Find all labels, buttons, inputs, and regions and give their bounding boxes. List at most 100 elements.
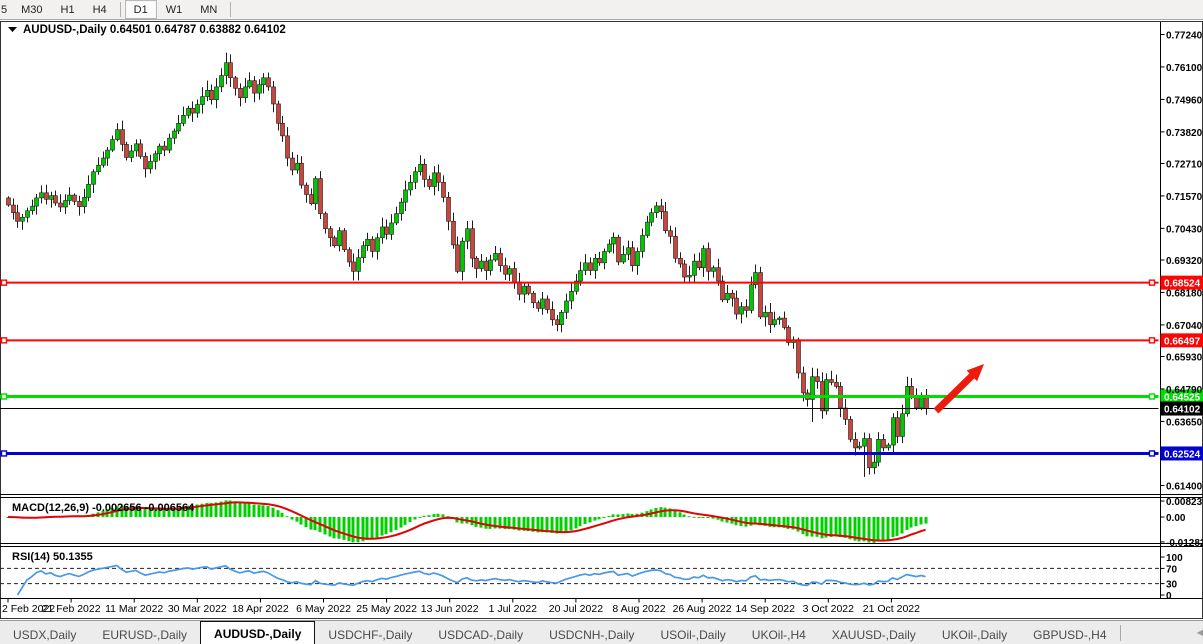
candle-bullish bbox=[726, 293, 730, 300]
candle-bullish bbox=[338, 231, 342, 246]
symbol-tab-usoil[interactable]: USOil-,Daily bbox=[647, 625, 738, 644]
macd-bar bbox=[385, 517, 388, 534]
date-tick-label: 25 May 2022 bbox=[356, 603, 417, 615]
date-tick-label: 21 Feb 2022 bbox=[42, 603, 101, 615]
timeframe-button-partial[interactable]: 5 bbox=[0, 0, 12, 19]
candle-bullish bbox=[541, 299, 545, 308]
timeframe-button-h4[interactable]: H4 bbox=[84, 0, 116, 19]
symbol-tab-gbpusd[interactable]: GBPUSD-,H4 bbox=[1020, 625, 1119, 644]
candle-bullish bbox=[740, 307, 744, 314]
rsi-tick-label: 70 bbox=[1166, 564, 1178, 575]
timeframe-button-mn[interactable]: MN bbox=[191, 0, 226, 19]
candle-bearish bbox=[816, 377, 820, 382]
macd-bar bbox=[267, 506, 270, 517]
macd-bar bbox=[262, 505, 265, 517]
candle-bullish bbox=[508, 269, 512, 275]
candle-bearish bbox=[59, 203, 63, 207]
macd-bar bbox=[910, 517, 913, 528]
candle-bullish bbox=[206, 90, 210, 96]
level-line-handle[interactable] bbox=[2, 280, 7, 285]
candle-bullish bbox=[404, 190, 408, 202]
price-chart[interactable]: 0.685240.664970.645250.625240.641020.772… bbox=[0, 20, 1203, 620]
candle-bullish bbox=[196, 105, 200, 114]
level-line-handle[interactable] bbox=[1150, 451, 1155, 456]
price-tick-label: 0.71570 bbox=[1166, 192, 1203, 203]
level-line-handle[interactable] bbox=[1150, 280, 1155, 285]
candle-bullish bbox=[489, 260, 493, 271]
symbol-tab-ukoil[interactable]: UKOil-,H4 bbox=[739, 625, 819, 644]
macd-bar bbox=[830, 517, 833, 537]
symbol-tab-usdchf[interactable]: USDCHF-,Daily bbox=[315, 625, 425, 644]
date-tick-label: 11 Mar 2022 bbox=[105, 603, 163, 615]
candle-bullish bbox=[603, 251, 607, 262]
macd-bar bbox=[404, 517, 407, 525]
candle-bearish bbox=[343, 231, 347, 250]
candle-bullish bbox=[366, 239, 370, 246]
macd-bar bbox=[896, 517, 899, 536]
candle-bullish bbox=[116, 130, 120, 140]
chart-window-frame bbox=[1, 22, 1203, 619]
tab-scroll-left-icon[interactable]: ◄ bbox=[1195, 627, 1203, 639]
symbol-tab-usdcnh[interactable]: USDCNH-,Daily bbox=[536, 625, 647, 644]
macd-bar bbox=[376, 517, 379, 538]
level-line-handle[interactable] bbox=[2, 451, 7, 456]
date-tick-label: 14 Sep 2022 bbox=[735, 603, 795, 615]
macd-bar bbox=[489, 517, 492, 529]
date-tick-label: 21 Oct 2022 bbox=[863, 603, 920, 615]
candle-bullish bbox=[106, 150, 110, 158]
candle-bullish bbox=[35, 198, 39, 206]
symbol-tab-audusd[interactable]: AUDUSD-,Daily bbox=[200, 621, 315, 644]
timeframe-button-h1[interactable]: H1 bbox=[52, 0, 84, 19]
candle-bullish bbox=[570, 291, 574, 301]
candle-bearish bbox=[73, 195, 77, 201]
candle-bearish bbox=[532, 293, 536, 302]
candle-bullish bbox=[154, 154, 158, 162]
candle-bullish bbox=[636, 251, 640, 265]
candle-bearish bbox=[707, 249, 711, 272]
macd-bar bbox=[248, 504, 251, 517]
level-line-handle[interactable] bbox=[1150, 394, 1155, 399]
candle-bullish bbox=[641, 235, 645, 251]
level-line-handle[interactable] bbox=[2, 338, 7, 343]
candle-bullish bbox=[400, 202, 404, 213]
symbol-tab-usdcad[interactable]: USDCAD-,Daily bbox=[425, 625, 536, 644]
candle-bearish bbox=[333, 238, 337, 246]
candle-bearish bbox=[456, 245, 460, 271]
symbol-tab-xauusd[interactable]: XAUUSD-,Daily bbox=[819, 625, 929, 644]
candle-bearish bbox=[513, 269, 517, 282]
candle-bearish bbox=[669, 231, 673, 237]
candle-bullish bbox=[565, 301, 569, 312]
candle-bearish bbox=[735, 298, 739, 314]
candle-bullish bbox=[215, 87, 219, 100]
date-tick-label: 30 Mar 2022 bbox=[168, 603, 227, 615]
price-tick-label: 0.64790 bbox=[1166, 385, 1203, 396]
candle-bullish bbox=[612, 237, 616, 244]
symbol-tab-usdx[interactable]: USDX,Daily bbox=[0, 625, 89, 644]
symbol-tab-ukoil[interactable]: UKOil-,Daily bbox=[929, 625, 1020, 644]
timeframe-button-d1[interactable]: D1 bbox=[125, 0, 157, 19]
macd-bar bbox=[584, 517, 587, 524]
current-price-tag-label: 0.64102 bbox=[1164, 405, 1201, 416]
candle-bearish bbox=[537, 303, 541, 309]
level-line-handle[interactable] bbox=[2, 394, 7, 399]
timeframe-button-m30[interactable]: M30 bbox=[12, 0, 51, 19]
symbol-tab-eurusd[interactable]: EURUSD-,Daily bbox=[89, 625, 200, 644]
candle-bearish bbox=[163, 146, 167, 150]
level-line-handle[interactable] bbox=[1150, 338, 1155, 343]
candle-bearish bbox=[423, 164, 427, 179]
candle-bullish bbox=[21, 217, 25, 221]
candle-bearish bbox=[121, 130, 125, 145]
candle-bullish bbox=[31, 206, 35, 211]
timeframe-button-w1[interactable]: W1 bbox=[157, 0, 192, 19]
candle-bullish bbox=[64, 200, 68, 207]
symbol-ohlc-title: AUDUSD-,Daily 0.64501 0.64787 0.63882 0.… bbox=[23, 24, 286, 36]
candle-bearish bbox=[797, 340, 801, 373]
candle-bearish bbox=[698, 261, 702, 268]
candle-bullish bbox=[244, 87, 248, 98]
candle-bullish bbox=[646, 222, 650, 235]
candle-bullish bbox=[83, 197, 87, 206]
macd-bar bbox=[428, 515, 431, 517]
macd-bar bbox=[688, 516, 691, 517]
macd-bar bbox=[570, 517, 573, 530]
macd-bar bbox=[409, 517, 412, 522]
